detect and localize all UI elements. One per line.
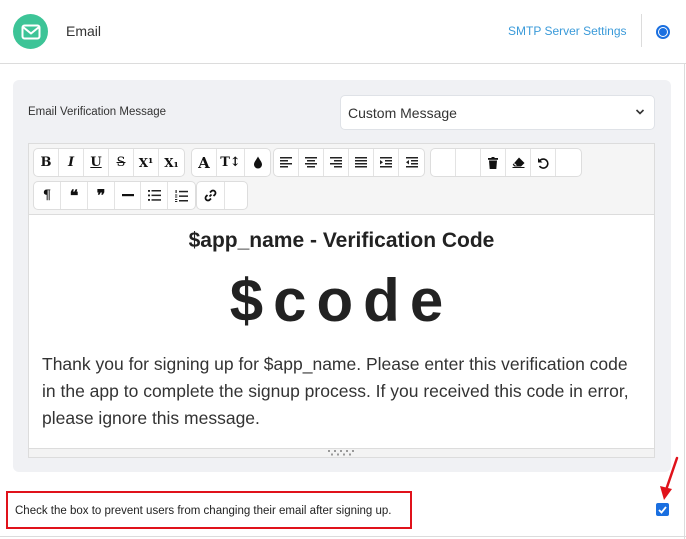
ink-drop-icon (253, 156, 262, 169)
indent-icon (380, 157, 392, 168)
paragraph-icon: ¶ (42, 188, 52, 203)
right-border (684, 64, 685, 539)
email-settings-header: Email SMTP Server Settings (0, 0, 686, 64)
delete-button[interactable] (481, 149, 506, 176)
link-icon (204, 189, 217, 202)
horizontal-rule-icon (121, 194, 134, 197)
email-body-text: Thank you for signing up for $app_name. … (42, 354, 629, 428)
quote-close-icon: ❞ (96, 186, 106, 205)
editor-toolbar: B I U S X¹ X₁ A T↕ ¶ ❝ ❞ (29, 144, 654, 215)
block-group: ¶ ❝ ❞ (33, 181, 196, 210)
paragraph-button[interactable]: ¶ (34, 182, 61, 209)
underline-icon: U (90, 155, 102, 170)
empty-button[interactable] (431, 149, 456, 176)
email-enable-radio[interactable] (656, 25, 670, 39)
rich-text-editor: B I U S X¹ X₁ A T↕ ¶ ❝ ❞ $app_name - Ver… (28, 143, 655, 458)
superscript-button[interactable]: X¹ (134, 149, 159, 176)
alignment-group (273, 148, 425, 177)
justify-icon (355, 157, 367, 168)
undo-icon (538, 157, 549, 169)
prevent-email-change-label: Check the box to prevent users from chan… (15, 505, 392, 517)
ordered-list-button[interactable] (168, 182, 195, 209)
eraser-icon (512, 157, 524, 168)
superscript-icon: X¹ (138, 155, 154, 170)
quote-open-icon: ❝ (69, 186, 79, 205)
align-center-button[interactable] (299, 149, 324, 176)
strikethrough-button[interactable]: S (109, 149, 134, 176)
subscript-icon: X₁ (164, 155, 179, 170)
prevent-email-change-checkbox[interactable] (656, 503, 669, 516)
align-left-button[interactable] (274, 149, 299, 176)
subscript-button[interactable]: X₁ (159, 149, 184, 176)
envelope-icon (13, 14, 48, 49)
blockquote-button[interactable]: ❝ (61, 182, 88, 209)
editor-content-area[interactable]: $app_name - Verification Code $code Than… (29, 216, 654, 448)
align-center-icon (305, 157, 317, 168)
verification-code-placeholder: $code (229, 267, 454, 334)
horizontal-rule-button[interactable] (115, 182, 141, 209)
outdent-button[interactable] (399, 149, 424, 176)
font-color-icon: A (198, 153, 210, 172)
font-size-button[interactable]: T↕ (217, 149, 245, 176)
bold-button[interactable]: B (34, 149, 59, 176)
message-type-select[interactable]: Custom Message (340, 95, 655, 130)
empty-button[interactable] (456, 149, 481, 176)
font-color-button[interactable]: A (192, 149, 217, 176)
section-title: Email (66, 23, 102, 39)
checkmark-icon (658, 505, 667, 514)
verification-message-panel: Email Verification Message Custom Messag… (13, 80, 671, 472)
bottom-divider (0, 536, 686, 537)
undo-button[interactable] (531, 149, 556, 176)
ordered-list-icon (175, 189, 188, 202)
empty-button[interactable] (556, 149, 581, 176)
insert-link-button[interactable] (197, 182, 225, 209)
indent-button[interactable] (374, 149, 399, 176)
italic-icon: I (67, 155, 75, 170)
select-value: Custom Message (348, 105, 457, 121)
align-right-button[interactable] (324, 149, 349, 176)
empty-button[interactable] (225, 182, 247, 209)
underline-button[interactable]: U (84, 149, 109, 176)
smtp-server-settings-link[interactable]: SMTP Server Settings (508, 24, 627, 38)
highlight-annotation-box: Check the box to prevent users from chan… (6, 491, 412, 529)
chevron-down-icon (635, 109, 645, 115)
header-divider (641, 14, 642, 47)
font-size-icon: T↕ (220, 155, 241, 170)
justify-button[interactable] (349, 149, 374, 176)
outdent-icon (405, 157, 418, 168)
bold-icon: B (40, 155, 52, 170)
trash-icon (488, 156, 498, 169)
clear-format-button[interactable] (506, 149, 531, 176)
email-heading: $app_name - Verification Code (188, 229, 495, 252)
font-group: A T↕ (191, 148, 271, 177)
strikethrough-icon: S (116, 155, 126, 170)
highlight-button[interactable] (245, 149, 270, 176)
red-arrow-annotation (660, 456, 679, 500)
quote-close-button[interactable]: ❞ (88, 182, 115, 209)
link-group (196, 181, 248, 210)
align-left-icon (280, 157, 292, 168)
bullet-list-button[interactable] (141, 182, 168, 209)
bullet-list-icon (147, 190, 161, 201)
actions-group (430, 148, 582, 177)
format-group: B I U S X¹ X₁ (33, 148, 185, 177)
grip-dots-icon (328, 450, 354, 456)
align-right-icon (330, 157, 342, 168)
italic-button[interactable]: I (59, 149, 84, 176)
email-verification-message-label: Email Verification Message (28, 106, 167, 118)
editor-resize-handle[interactable] (29, 448, 654, 457)
